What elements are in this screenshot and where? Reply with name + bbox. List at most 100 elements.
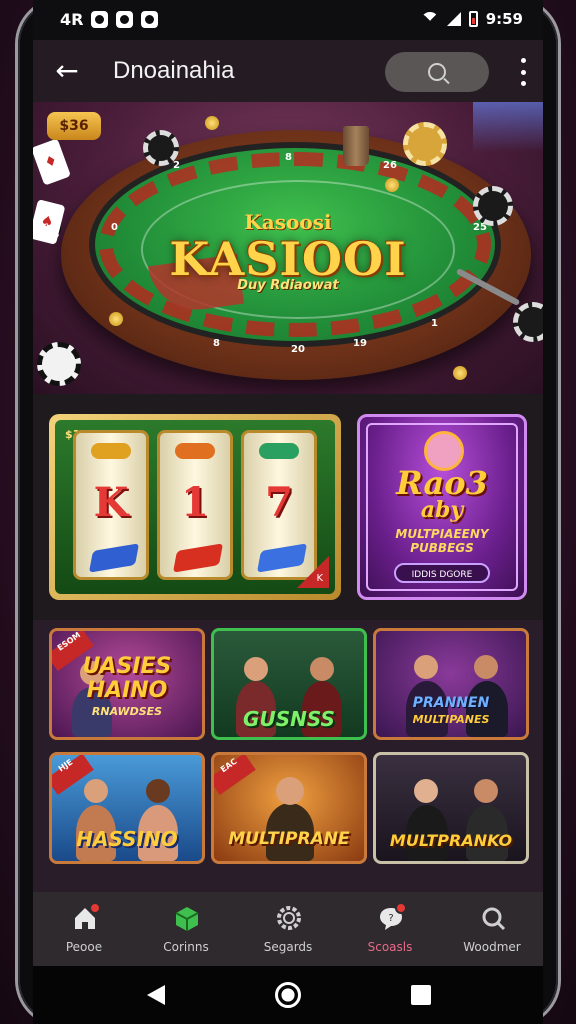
app-bar: ← Dnoainahia: [33, 40, 543, 102]
multiplayer-title-line1: Rao3: [396, 464, 488, 502]
search-button[interactable]: [385, 52, 489, 92]
game-tile-title: GUSNSS: [243, 707, 335, 731]
character-head: [414, 655, 438, 679]
bottom-navigation: Peooe Corinns Segards ? Scoasls Woodmer: [33, 892, 543, 966]
game-tile[interactable]: HASSINO HJE: [49, 752, 205, 864]
multiplayer-game-card[interactable]: Rao3 aby MULTPIAEENY PUBBEGS IDDIS DGORE: [357, 414, 527, 600]
screen: 4R 9:59 ← Dnoainahia 2 8 26 0 25 8 20 19…: [33, 0, 543, 1024]
hero-logo-subtitle: Duy Rdiaowat: [237, 278, 339, 293]
felt-number: 8: [213, 338, 220, 349]
nav-item-settings[interactable]: Segards: [237, 892, 339, 966]
character-head: [474, 655, 498, 679]
reel-top-symbol: [76, 437, 146, 467]
game-tile-title: HASSINO: [76, 827, 178, 851]
nav-label: Peooe: [65, 940, 103, 954]
character-head: [146, 779, 170, 803]
multiplayer-play-button[interactable]: IDDIS DGORE: [394, 563, 490, 583]
character-head: [244, 657, 268, 681]
signal-icon: [446, 12, 461, 26]
character-head: [414, 779, 438, 803]
poker-chip: [403, 122, 447, 166]
gold-coin: [385, 178, 399, 192]
reel-symbol: 7: [265, 479, 293, 526]
game-grid: UASIES HAINO RNAWDSES ESOM GUSNSS PRANNE…: [33, 620, 543, 892]
app-title: Dnoainahia: [113, 57, 235, 84]
nav-label: Segards: [263, 940, 313, 954]
nav-item-home[interactable]: Peooe: [33, 892, 135, 966]
status-right: 9:59: [420, 10, 523, 28]
game-tile-title: UASIES HAINO: [82, 654, 172, 703]
game-tile[interactable]: GUSNSS: [211, 628, 367, 740]
game-tile[interactable]: UASIES HAINO RNAWDSES ESOM: [49, 628, 205, 740]
character-head: [310, 657, 334, 681]
felt-number: 8: [285, 152, 292, 163]
svg-text:?: ?: [388, 913, 393, 924]
system-back-button[interactable]: [147, 985, 165, 1005]
multiplayer-title-line2: aby: [420, 497, 464, 523]
corner-mark: K: [316, 573, 323, 584]
system-recents-button[interactable]: [411, 985, 431, 1005]
dot: [520, 58, 526, 63]
nav-label: Corinns: [163, 940, 209, 954]
system-home-button[interactable]: [275, 982, 301, 1008]
reel-top-symbol: [244, 437, 314, 467]
reel-symbol: K: [93, 479, 129, 526]
poker-chip: [143, 130, 179, 166]
corner-flag: [297, 556, 329, 588]
camera-icon: [116, 11, 134, 28]
game-tile[interactable]: MULTIPRANE EAC: [211, 752, 367, 864]
slot-reel: K: [73, 430, 149, 580]
tile-artwork: [376, 779, 526, 861]
gold-coin: [205, 116, 219, 130]
status-time: 9:59: [485, 10, 523, 28]
price-tag: $36: [47, 112, 101, 140]
character-head: [84, 779, 108, 803]
multiplayer-subtitle-line2: PUBBEGS: [410, 541, 474, 555]
slot-machine-body: $100T K 1 7 K: [55, 420, 335, 594]
dot: [520, 81, 526, 86]
nav-label: Scoasls: [367, 940, 413, 954]
more-options-button[interactable]: [519, 58, 527, 86]
nav-label: Woodmer: [463, 940, 521, 954]
battery-icon: [468, 11, 478, 27]
felt-number: 20: [291, 344, 305, 355]
wifi-icon: [420, 12, 439, 26]
reel-bottom-symbol: [160, 537, 230, 573]
nav-item-search[interactable]: Woodmer: [441, 892, 543, 966]
search-icon: [428, 63, 446, 81]
record-icon: [141, 11, 159, 28]
multiplayer-title: Rao3 aby: [360, 467, 524, 521]
notification-icon: [91, 11, 109, 28]
character-head: [474, 779, 498, 803]
game-tile-title: MULTIPRANE: [228, 829, 350, 849]
status-left: 4R: [60, 10, 159, 29]
slot-game-card[interactable]: $100T K 1 7 K: [49, 414, 341, 600]
nav-item-games[interactable]: Corinns: [135, 892, 237, 966]
search-icon: [482, 907, 506, 931]
dice-cup: [343, 126, 369, 166]
multiplayer-subtitle: MULTPIAEENY PUBBEGS: [360, 527, 524, 555]
gold-coin: [453, 366, 467, 380]
felt-number: 19: [353, 338, 367, 349]
game-tile-subtitle: MULTIPANES: [412, 713, 490, 726]
reel-symbol: 1: [181, 479, 209, 526]
notification-badge: [89, 902, 101, 914]
featured-row: $100T K 1 7 K: [33, 394, 543, 620]
gear-icon: [277, 906, 301, 930]
felt-number: 1: [431, 318, 438, 329]
nav-item-social[interactable]: ? Scoasls: [339, 892, 441, 966]
game-tile-subtitle: RNAWDSES: [91, 705, 163, 718]
hero-banner[interactable]: 2 8 26 0 25 8 20 19 1 ♦ ♠ $36 Kasoosi KA…: [33, 102, 543, 394]
reel-bottom-symbol: [76, 537, 146, 573]
game-tile[interactable]: PRANNEN MULTIPANES: [373, 628, 529, 740]
status-bar: 4R 9:59: [33, 0, 543, 40]
game-tile-title: PRANNEN: [412, 695, 490, 711]
system-navigation-bar: [33, 966, 543, 1024]
multiplayer-subtitle-line1: MULTPIAEENY: [395, 527, 489, 541]
slot-reel: 1: [157, 430, 233, 580]
reel-top-symbol: [160, 437, 230, 467]
status-carrier: 4R: [60, 10, 84, 29]
game-tile[interactable]: MULTPRANKO: [373, 752, 529, 864]
gold-coin: [109, 312, 123, 326]
back-button[interactable]: ←: [51, 55, 83, 87]
